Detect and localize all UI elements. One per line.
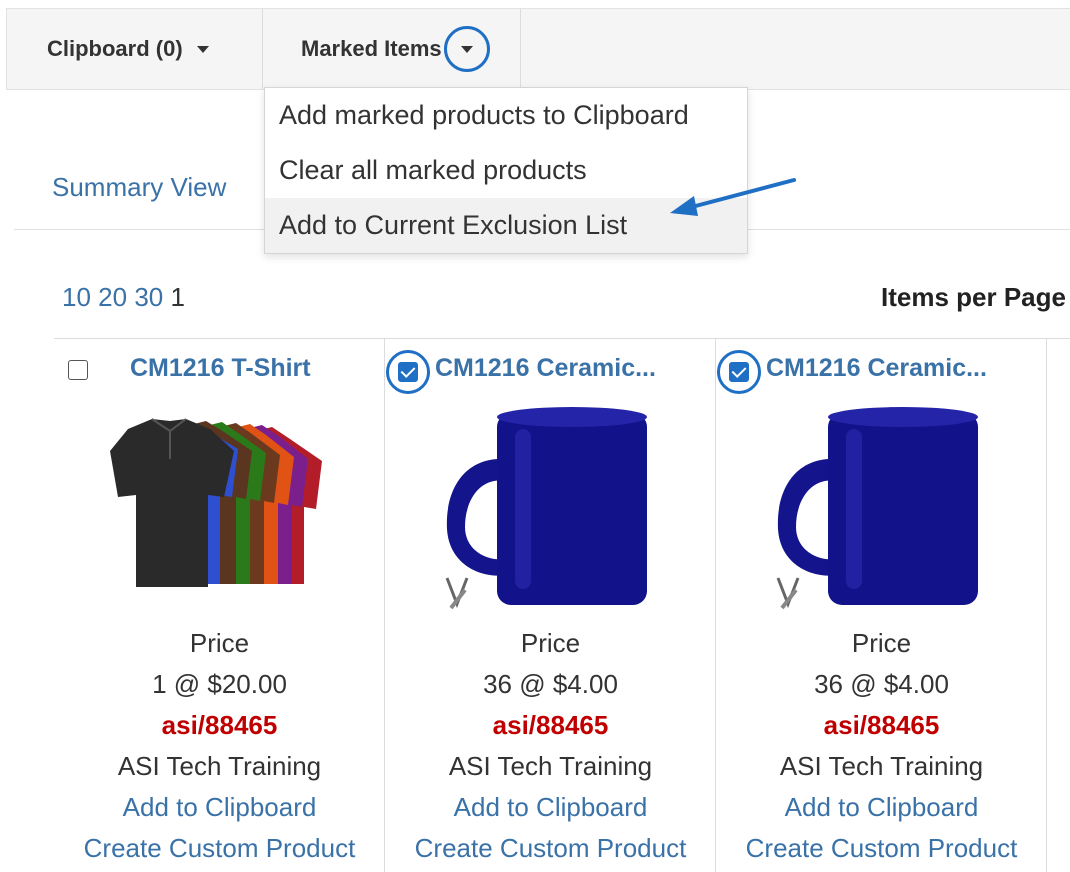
supplier-name: ASI Tech Training <box>448 751 653 781</box>
current-page: 1 <box>170 282 185 312</box>
price-value: 1 @ $20.00 <box>152 669 287 699</box>
product-card: CM1216 Ceramic... Price 36 @ $4.00 asi/8… <box>716 339 1047 872</box>
clipboard-label: Clipboard (0) <box>47 36 183 61</box>
product-info: Price 1 @ $20.00 asi/88465 ASI Tech Trai… <box>54 623 385 869</box>
product-card: CM1216 T-Shirt Price 1 @ $20.00 asi/8846… <box>54 339 385 872</box>
price-label: Price <box>851 628 912 658</box>
asi-number: asi/88465 <box>161 710 278 740</box>
menu-item-add-to-clipboard[interactable]: Add marked products to Clipboard <box>265 88 747 143</box>
page-size-selector: 10 20 30 1 <box>62 282 185 313</box>
product-card-header: CM1216 T-Shirt <box>54 351 385 391</box>
marked-items-label: Marked Items <box>301 36 442 61</box>
add-to-clipboard-link[interactable]: Add to Clipboard <box>54 787 385 828</box>
toolbar: Clipboard (0) Marked Items <box>6 8 1070 90</box>
decorating-tool-icon <box>445 577 469 610</box>
product-title-link[interactable]: CM1216 Ceramic... <box>766 354 987 383</box>
product-card-header: CM1216 Ceramic... <box>385 350 716 394</box>
summary-view-link[interactable]: Summary View <box>52 172 226 203</box>
tshirt-product-image[interactable] <box>94 399 334 624</box>
asi-number: asi/88465 <box>823 710 940 740</box>
decorating-tool-icon <box>776 577 800 610</box>
caret-down-icon <box>196 45 209 53</box>
page-size-30[interactable]: 30 <box>134 282 163 312</box>
product-title-link[interactable]: CM1216 Ceramic... <box>435 354 656 383</box>
supplier-name: ASI Tech Training <box>117 751 322 781</box>
checkbox-highlight <box>386 350 430 394</box>
page-size-10[interactable]: 10 <box>62 282 91 312</box>
supplier-name: ASI Tech Training <box>779 751 984 781</box>
product-title-link[interactable]: CM1216 T-Shirt <box>130 354 311 383</box>
asi-number: asi/88465 <box>492 710 609 740</box>
create-custom-product-link[interactable]: Create Custom Product <box>716 828 1047 869</box>
page-size-20[interactable]: 20 <box>98 282 127 312</box>
add-to-clipboard-link[interactable]: Add to Clipboard <box>385 787 716 828</box>
annotation-arrow-icon <box>670 178 796 216</box>
product-card: CM1216 Ceramic... Price 36 @ $4.00 asi/8… <box>385 339 716 872</box>
caret-down-icon <box>460 45 473 53</box>
checkbox-highlight <box>717 350 761 394</box>
add-to-clipboard-link[interactable]: Add to Clipboard <box>716 787 1047 828</box>
price-value: 36 @ $4.00 <box>814 669 949 699</box>
product-checkbox[interactable] <box>398 362 418 382</box>
price-value: 36 @ $4.00 <box>483 669 618 699</box>
marked-items-caret-highlight[interactable] <box>443 26 490 72</box>
create-custom-product-link[interactable]: Create Custom Product <box>385 828 716 869</box>
product-checkbox[interactable] <box>68 360 88 380</box>
price-label: Price <box>189 628 250 658</box>
clipboard-dropdown-button[interactable]: Clipboard (0) <box>7 9 263 89</box>
product-info: Price 36 @ $4.00 asi/88465 ASI Tech Trai… <box>716 623 1047 869</box>
product-card-header: CM1216 Ceramic... <box>716 350 1047 394</box>
product-checkbox[interactable] <box>729 362 749 382</box>
create-custom-product-link[interactable]: Create Custom Product <box>54 828 385 869</box>
product-info: Price 36 @ $4.00 asi/88465 ASI Tech Trai… <box>385 623 716 869</box>
items-per-page-label: Items per Page <box>881 282 1066 312</box>
marked-items-dropdown-button[interactable]: Marked Items <box>263 9 521 89</box>
price-label: Price <box>520 628 581 658</box>
